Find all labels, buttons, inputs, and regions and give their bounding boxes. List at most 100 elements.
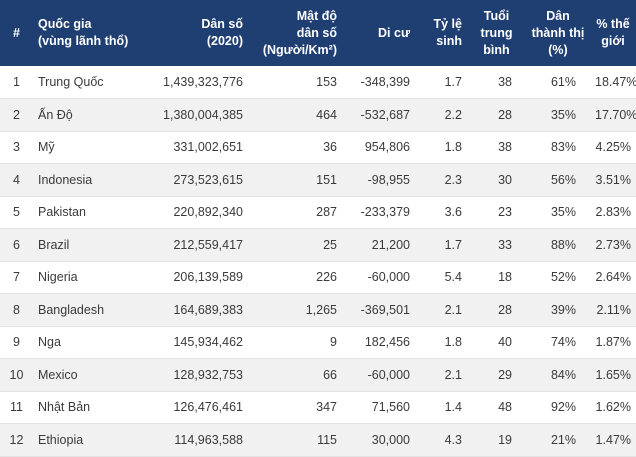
cell-urban: 88% xyxy=(526,228,590,262)
cell-index: 9 xyxy=(0,326,33,359)
cell-migrants: -60,000 xyxy=(342,261,415,294)
table-body: 1 Trung Quốc 1,439,323,776 153 -348,399 … xyxy=(0,66,636,457)
cell-world-share: 2.11% xyxy=(590,293,636,327)
header-index[interactable]: # xyxy=(0,0,33,66)
cell-migrants: -369,501 xyxy=(342,293,415,327)
cell-population: 126,476,461 xyxy=(150,391,248,424)
cell-world-share: 17.70% xyxy=(590,98,636,132)
cell-median-age: 28 xyxy=(467,293,526,327)
cell-migrants: -60,000 xyxy=(342,358,415,392)
cell-density: 66 xyxy=(248,358,342,392)
cell-index: 2 xyxy=(0,98,33,132)
cell-world-share: 2.83% xyxy=(590,196,636,229)
cell-world-share: 18.47% xyxy=(590,66,636,99)
population-table: # Quốc gia (vùng lãnh thổ) Dân số (2020) M… xyxy=(0,0,636,457)
cell-fertility: 2.1 xyxy=(415,293,467,327)
table-header: # Quốc gia (vùng lãnh thổ) Dân số (2020) M… xyxy=(0,0,636,66)
cell-median-age: 18 xyxy=(467,261,526,294)
cell-fertility: 1.8 xyxy=(415,326,467,359)
cell-fertility: 4.3 xyxy=(415,423,467,457)
cell-migrants: 954,806 xyxy=(342,131,415,164)
header-population[interactable]: Dân số (2020) xyxy=(150,0,248,66)
cell-median-age: 23 xyxy=(467,196,526,229)
cell-world-share: 3.51% xyxy=(590,163,636,197)
cell-population: 1,380,004,385 xyxy=(150,98,248,132)
cell-world-share: 2.73% xyxy=(590,228,636,262)
cell-world-share: 1.87% xyxy=(590,326,636,359)
cell-density: 464 xyxy=(248,98,342,132)
cell-country: Mexico xyxy=(33,358,150,392)
cell-migrants: -98,955 xyxy=(342,163,415,197)
cell-index: 11 xyxy=(0,391,33,424)
cell-density: 36 xyxy=(248,131,342,164)
cell-fertility: 5.4 xyxy=(415,261,467,294)
cell-density: 226 xyxy=(248,261,342,294)
cell-median-age: 19 xyxy=(467,423,526,457)
cell-country: Nhật Bản xyxy=(33,391,150,424)
cell-country: Trung Quốc xyxy=(33,66,150,99)
cell-urban: 56% xyxy=(526,163,590,197)
cell-density: 9 xyxy=(248,326,342,359)
cell-fertility: 1.8 xyxy=(415,131,467,164)
cell-world-share: 2.64% xyxy=(590,261,636,294)
cell-country: Ethiopia xyxy=(33,423,150,457)
cell-population: 164,689,383 xyxy=(150,293,248,327)
table-row: 8 Bangladesh 164,689,383 1,265 -369,501 … xyxy=(0,293,636,327)
cell-urban: 35% xyxy=(526,98,590,132)
table-row: 7 Nigeria 206,139,589 226 -60,000 5.4 18… xyxy=(0,261,636,294)
cell-density: 25 xyxy=(248,228,342,262)
header-fertility[interactable]: Tỷ lệ sinh xyxy=(415,0,467,66)
cell-urban: 39% xyxy=(526,293,590,327)
cell-urban: 35% xyxy=(526,196,590,229)
table-row: 9 Nga 145,934,462 9 182,456 1.8 40 74% 1… xyxy=(0,326,636,359)
cell-country: Pakistan xyxy=(33,196,150,229)
cell-index: 8 xyxy=(0,293,33,327)
table-row: 1 Trung Quốc 1,439,323,776 153 -348,399 … xyxy=(0,66,636,99)
cell-density: 151 xyxy=(248,163,342,197)
table-row: 4 Indonesia 273,523,615 151 -98,955 2.3 … xyxy=(0,163,636,197)
header-migrants[interactable]: Di cư xyxy=(342,0,415,66)
cell-fertility: 2.2 xyxy=(415,98,467,132)
table-row: 2 Ấn Độ 1,380,004,385 464 -532,687 2.2 2… xyxy=(0,98,636,132)
cell-density: 1,265 xyxy=(248,293,342,327)
header-world-share[interactable]: % thế giới xyxy=(590,0,636,66)
cell-country: Ấn Độ xyxy=(33,98,150,132)
cell-fertility: 3.6 xyxy=(415,196,467,229)
cell-density: 115 xyxy=(248,423,342,457)
table-row: 11 Nhật Bản 126,476,461 347 71,560 1.4 4… xyxy=(0,391,636,424)
header-median-age[interactable]: Tuổi trung bình xyxy=(467,0,526,66)
cell-country: Nigeria xyxy=(33,261,150,294)
cell-median-age: 33 xyxy=(467,228,526,262)
cell-density: 347 xyxy=(248,391,342,424)
cell-index: 3 xyxy=(0,131,33,164)
cell-migrants: 21,200 xyxy=(342,228,415,262)
cell-median-age: 28 xyxy=(467,98,526,132)
cell-country: Brazil xyxy=(33,228,150,262)
header-density[interactable]: Mật độ dân số (Người/Km²) xyxy=(248,0,342,66)
cell-median-age: 38 xyxy=(467,131,526,164)
cell-density: 153 xyxy=(248,66,342,99)
cell-population: 206,139,589 xyxy=(150,261,248,294)
cell-population: 331,002,651 xyxy=(150,131,248,164)
cell-world-share: 1.65% xyxy=(590,358,636,392)
header-urban[interactable]: Dân thành thị (%) xyxy=(526,0,590,66)
cell-country: Indonesia xyxy=(33,163,150,197)
header-country[interactable]: Quốc gia (vùng lãnh thổ) xyxy=(33,0,150,66)
table-row: 3 Mỹ 331,002,651 36 954,806 1.8 38 83% 4… xyxy=(0,131,636,164)
cell-index: 4 xyxy=(0,163,33,197)
cell-fertility: 1.7 xyxy=(415,66,467,99)
cell-world-share: 4.25% xyxy=(590,131,636,164)
cell-migrants: -233,379 xyxy=(342,196,415,229)
cell-density: 287 xyxy=(248,196,342,229)
cell-fertility: 2.3 xyxy=(415,163,467,197)
cell-urban: 21% xyxy=(526,423,590,457)
cell-median-age: 48 xyxy=(467,391,526,424)
cell-migrants: 71,560 xyxy=(342,391,415,424)
cell-median-age: 38 xyxy=(467,66,526,99)
table-row: 10 Mexico 128,932,753 66 -60,000 2.1 29 … xyxy=(0,358,636,392)
cell-urban: 61% xyxy=(526,66,590,99)
cell-urban: 92% xyxy=(526,391,590,424)
cell-population: 212,559,417 xyxy=(150,228,248,262)
cell-country: Mỹ xyxy=(33,131,150,164)
cell-index: 12 xyxy=(0,423,33,457)
